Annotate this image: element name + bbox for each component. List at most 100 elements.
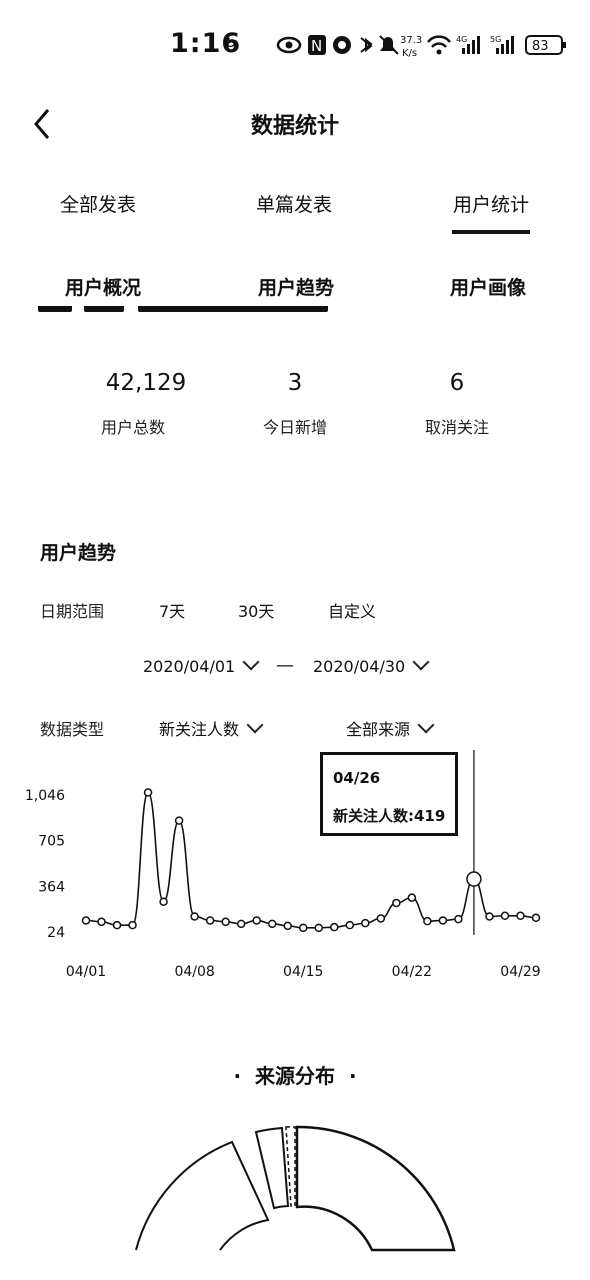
data-point <box>221 917 230 927</box>
data-point <box>252 916 261 925</box>
data-point <box>438 916 448 925</box>
tooltip-date: 04/26 <box>333 769 381 787</box>
chart-tooltip: 04/26 新关注人数:419 <box>320 752 458 836</box>
stat-unfollow: 6 <box>449 370 465 396</box>
subtab-trend[interactable]: 用户趋势 <box>211 273 381 300</box>
range-30d-option[interactable]: 30天 <box>238 598 274 622</box>
series-line <box>85 791 537 929</box>
data-point <box>531 913 541 923</box>
data-point <box>500 911 510 921</box>
battery-icon: 83 <box>525 35 566 55</box>
y-tick-label: 24 <box>47 925 65 941</box>
tab-user-stats[interactable]: 用户统计 <box>401 190 581 217</box>
start-date-value: 2020/04/01 <box>143 657 236 676</box>
data-point <box>81 916 91 925</box>
data-point <box>174 816 184 825</box>
source-title-text: 来源分布 <box>255 1064 335 1088</box>
data-point <box>112 920 122 930</box>
stat-new-today: 3 <box>287 370 303 396</box>
end-date-value: 2020/04/30 <box>313 657 406 676</box>
nfc-icon: N <box>308 35 326 55</box>
data-point <box>97 917 106 927</box>
highlighted-point <box>466 871 482 887</box>
stat-new-today-label: 今日新增 <box>262 418 327 437</box>
subtab-overview[interactable]: 用户概况 <box>18 273 188 300</box>
data-point <box>190 912 199 921</box>
donut-segment-main <box>295 1125 456 1252</box>
section-title-trend: 用户趋势 <box>40 542 117 564</box>
data-type-select[interactable]: 新关注人数 <box>159 716 264 740</box>
y-tick-label: 705 <box>38 834 65 850</box>
net-speed: 37.3 <box>400 35 422 46</box>
data-point <box>392 898 401 908</box>
data-point <box>283 921 292 931</box>
subtab-portrait[interactable]: 用户画像 <box>403 273 573 300</box>
svg-text:N: N <box>311 37 322 55</box>
data-point <box>314 923 324 933</box>
source-select[interactable]: 全部来源 <box>346 716 435 740</box>
data-point <box>376 914 386 923</box>
eye-icon <box>276 36 302 54</box>
data-point <box>330 922 339 932</box>
tab-all-posts[interactable]: 全部发表 <box>8 190 188 217</box>
trend-chart[interactable]: 24 364 705 1,046 04/01 04/08 04/15 04/22 04/29 <box>0 740 590 990</box>
net-unit: K/s <box>402 48 417 59</box>
data-point <box>361 918 370 928</box>
data-point <box>236 919 246 929</box>
data-point <box>143 788 153 797</box>
data-point <box>516 911 525 921</box>
data-point <box>205 916 215 925</box>
range-7d-option[interactable]: 7天 <box>159 598 185 622</box>
data-type-label: 数据类型 <box>40 720 105 739</box>
x-tick-label: 04/01 <box>66 964 106 980</box>
start-date-picker[interactable]: 2020/04/01 <box>143 653 260 676</box>
data-type-value: 新关注人数 <box>159 720 240 739</box>
svg-text:4G: 4G <box>456 35 467 44</box>
page-title: 数据统计 <box>250 114 339 139</box>
clipped-text <box>38 306 358 320</box>
title-dot: · <box>348 1064 357 1088</box>
data-point <box>345 920 355 930</box>
data-point <box>298 923 308 933</box>
x-tick-label: 04/22 <box>392 964 432 980</box>
svg-text:5G: 5G <box>490 35 501 44</box>
data-point <box>267 919 277 929</box>
stat-total-users-label: 用户总数 <box>100 418 165 437</box>
signal-5g-icon: 5G <box>490 35 514 54</box>
wifi-icon <box>427 35 451 55</box>
x-tick-label: 04/15 <box>283 964 323 980</box>
donut-segment-small <box>254 1126 290 1210</box>
status-icons: N 37.3 K/s 4G 5G 83 <box>276 35 566 59</box>
date-separator: — <box>276 655 294 676</box>
section-title-source: · 来源分布 · <box>0 1060 590 1089</box>
battery-level: 83 <box>532 39 549 54</box>
x-tick-label: 04/29 <box>500 964 540 980</box>
data-point <box>454 914 463 924</box>
signal-4g-icon: 4G <box>456 35 480 54</box>
mute-icon <box>379 35 399 55</box>
chevron-down-icon <box>417 716 435 734</box>
bluetooth-icon <box>360 37 373 53</box>
alarm-icon <box>333 36 351 54</box>
y-tick-label: 364 <box>38 879 65 895</box>
y-tick-label: 1,046 <box>25 788 65 804</box>
range-custom-option[interactable]: 自定义 <box>328 598 376 622</box>
end-date-picker[interactable]: 2020/04/30 <box>313 653 430 676</box>
data-point <box>485 912 494 921</box>
chevron-down-icon <box>412 653 430 671</box>
data-point <box>407 893 417 902</box>
stat-unfollow-label: 取消关注 <box>424 418 489 437</box>
data-point <box>128 920 137 930</box>
tab-single-post[interactable]: 单篇发表 <box>204 190 384 217</box>
sync-icon: ↻ <box>224 34 237 52</box>
x-tick-label: 04/08 <box>174 964 214 980</box>
tooltip-value: 新关注人数:419 <box>333 807 446 825</box>
chevron-down-icon <box>242 653 260 671</box>
chevron-down-icon <box>246 716 264 734</box>
source-donut-chart[interactable] <box>120 1110 470 1280</box>
active-tab-indicator <box>452 230 530 234</box>
title-dot: · <box>233 1064 242 1088</box>
data-point <box>159 897 168 906</box>
donut-segment-left <box>135 1140 270 1251</box>
source-value: 全部来源 <box>346 720 411 739</box>
